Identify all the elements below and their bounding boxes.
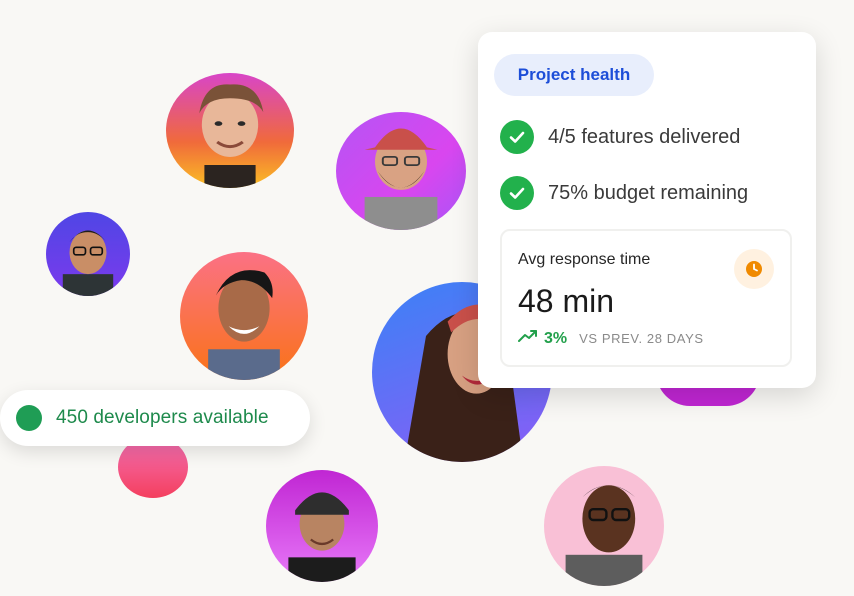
developers-available-pill: 450 developers available: [0, 390, 310, 446]
budget-remaining-label: 75% budget remaining: [548, 181, 749, 204]
developer-avatar: [336, 112, 466, 230]
avg-response-time-value: 48 min: [518, 283, 615, 319]
clock-icon: [734, 249, 774, 289]
check-icon: [500, 176, 534, 210]
avg-response-time-panel: Avg response time 48 min 3% VS PREV. 28 …: [500, 229, 792, 367]
developers-available-text: 450 developers available: [56, 407, 269, 428]
availability-dot-icon: [16, 405, 42, 431]
trend-comparison-caption: VS PREV. 28 DAYS: [579, 331, 704, 346]
trend-percentage: 3%: [544, 329, 568, 347]
trend-up-icon: [518, 329, 538, 348]
response-trend: 3% VS PREV. 28 DAYS: [518, 329, 704, 348]
check-icon: [500, 120, 534, 154]
developer-avatar: [180, 252, 308, 380]
avg-response-time-label: Avg response time: [518, 251, 651, 268]
budget-remaining-row: 75% budget remaining: [500, 176, 748, 210]
project-health-badge: Project health: [494, 54, 654, 96]
developer-avatar: [266, 470, 378, 582]
developer-avatar: [544, 466, 664, 586]
developer-avatar: [166, 73, 294, 188]
project-health-card: Project health 4/5 features delivered 75…: [478, 32, 816, 388]
features-delivered-label: 4/5 features delivered: [548, 125, 741, 148]
features-delivered-row: 4/5 features delivered: [500, 120, 740, 154]
developer-avatar: [46, 212, 130, 296]
